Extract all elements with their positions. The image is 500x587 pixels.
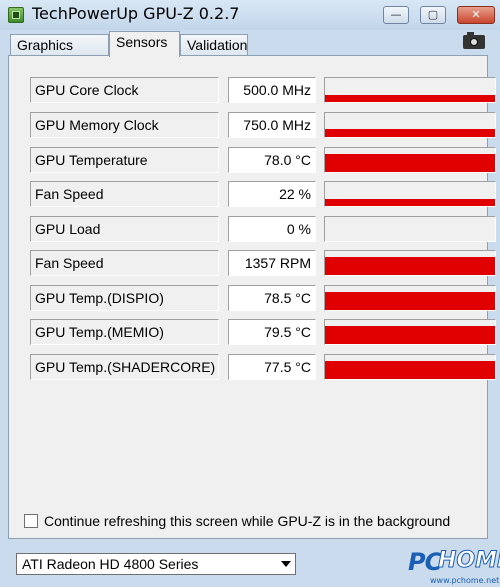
title-bar[interactable]: TechPowerUp GPU-Z 0.2.7 — ▢ ✕ <box>0 0 500 30</box>
camera-icon[interactable] <box>463 32 485 49</box>
sensor-graph[interactable] <box>324 319 496 345</box>
graph-fill <box>325 361 495 379</box>
sensor-graph[interactable] <box>324 77 496 103</box>
sensor-label[interactable]: GPU Core Clock <box>30 77 219 103</box>
sensor-value[interactable]: 0 % <box>228 216 316 242</box>
sensor-label[interactable]: GPU Temp.(SHADERCORE) <box>30 354 219 380</box>
window-title: TechPowerUp GPU-Z 0.2.7 <box>32 4 240 23</box>
gpuz-window: TechPowerUp GPU-Z 0.2.7 — ▢ ✕ Graphics C… <box>0 0 500 587</box>
tab-graphics-card[interactable]: Graphics Card <box>10 34 109 73</box>
graph-fill <box>325 326 495 344</box>
sensor-label[interactable]: GPU Memory Clock <box>30 112 219 138</box>
minimize-button[interactable]: — <box>383 6 409 24</box>
sensor-value[interactable]: 78.5 °C <box>228 285 316 311</box>
graphics-card-select[interactable]: ATI Radeon HD 4800 Series <box>16 553 296 575</box>
sensor-value[interactable]: 1357 RPM <box>228 250 316 276</box>
sensor-label[interactable]: GPU Temp.(MEMIO) <box>30 319 219 345</box>
graphics-card-select-value: ATI Radeon HD 4800 Series <box>22 556 199 572</box>
tab-validation[interactable]: Validation <box>180 34 248 56</box>
sensor-value[interactable]: 22 % <box>228 181 316 207</box>
maximize-button[interactable]: ▢ <box>420 6 446 24</box>
sensor-label[interactable]: GPU Load <box>30 216 219 242</box>
sensors-panel: GPU Core Clock 500.0 MHz GPU Memory Cloc… <box>8 55 496 539</box>
chevron-down-icon[interactable] <box>281 561 291 567</box>
watermark-pc: PC <box>408 548 442 576</box>
tab-sensors[interactable]: Sensors <box>109 31 180 57</box>
sensor-label[interactable]: Fan Speed <box>30 181 219 207</box>
background-refresh-checkbox[interactable] <box>24 514 38 528</box>
watermark-url: www.pchome.net <box>430 576 500 585</box>
graph-fill <box>325 198 495 206</box>
sensor-label[interactable]: GPU Temperature <box>30 147 219 173</box>
gpu-z-app-icon <box>8 7 24 23</box>
pchome-watermark-logo: PC HOME www.pchome.net <box>398 548 500 587</box>
graph-fill <box>325 257 495 275</box>
sensor-value[interactable]: 750.0 MHz <box>228 112 316 138</box>
sensor-value[interactable]: 79.5 °C <box>228 319 316 345</box>
sensor-graph[interactable] <box>324 354 496 380</box>
sensor-graph[interactable] <box>324 285 496 311</box>
sensor-graph[interactable] <box>324 112 496 138</box>
watermark-home: HOME <box>437 548 500 574</box>
sensor-value[interactable]: 77.5 °C <box>228 354 316 380</box>
close-button[interactable]: ✕ <box>457 6 495 24</box>
sensor-graph[interactable] <box>324 216 496 242</box>
graph-fill <box>325 154 495 172</box>
sensor-graph[interactable] <box>324 147 496 173</box>
graph-fill <box>325 128 495 137</box>
sensor-label[interactable]: Fan Speed <box>30 250 219 276</box>
sensor-graph[interactable] <box>324 250 496 276</box>
sensor-label[interactable]: GPU Temp.(DISPIO) <box>30 285 219 311</box>
sensor-value[interactable]: 500.0 MHz <box>228 77 316 103</box>
graph-fill <box>325 292 495 310</box>
sensor-value[interactable]: 78.0 °C <box>228 147 316 173</box>
graph-fill <box>325 94 495 102</box>
sensor-graph[interactable] <box>324 181 496 207</box>
background-refresh-label[interactable]: Continue refreshing this screen while GP… <box>44 513 450 529</box>
